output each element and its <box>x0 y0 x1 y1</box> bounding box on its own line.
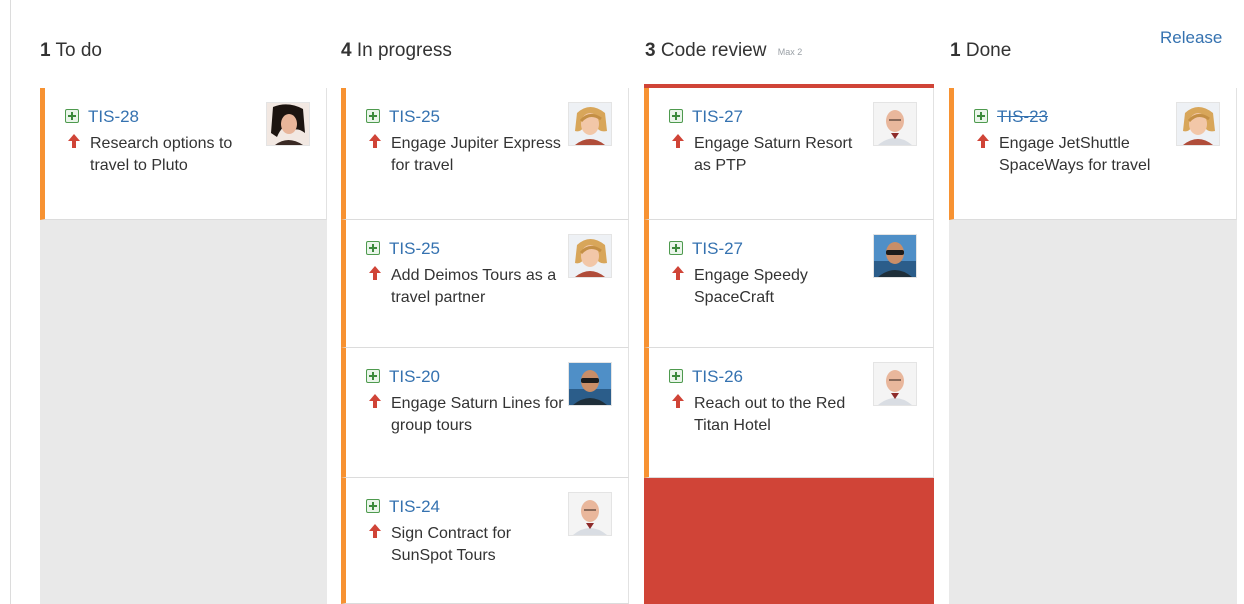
priority-arrow-up-icon <box>367 522 383 540</box>
story-add-icon <box>669 109 683 123</box>
assignee-avatar[interactable] <box>873 102 917 146</box>
column-max-limit: Max 2 <box>777 47 803 57</box>
column-code-review: TIS-27 Engage Saturn Resort as PTP TIS-2… <box>644 88 934 604</box>
column-name: Code review <box>660 40 767 61</box>
story-add-icon <box>366 109 380 123</box>
issue-summary: Reach out to the Red Titan Hotel <box>694 395 846 434</box>
issue-key-link[interactable]: TIS-23 <box>997 107 1048 127</box>
issue-summary: Engage JetShuttle SpaceWays for travel <box>999 135 1151 174</box>
priority-arrow-up-icon <box>670 392 686 410</box>
column-count: 1 <box>950 40 961 61</box>
issue-card[interactable]: TIS-27 Engage Saturn Resort as PTP <box>644 88 934 220</box>
board-left-divider <box>10 0 11 604</box>
issue-card[interactable]: TIS-20 Engage Saturn Lines for group tou… <box>341 348 629 478</box>
issue-card[interactable]: TIS-23 Engage JetShuttle SpaceWays for t… <box>949 88 1237 220</box>
issue-card[interactable]: TIS-24 Sign Contract for SunSpot Tours <box>341 478 629 604</box>
issue-summary: Engage Speedy SpaceCraft <box>694 267 808 306</box>
story-add-icon <box>65 109 79 123</box>
column-todo: TIS-28 Research options to travel to Plu… <box>40 88 327 604</box>
release-link[interactable]: Release <box>1160 28 1222 48</box>
story-add-icon <box>669 369 683 383</box>
assignee-avatar[interactable] <box>568 102 612 146</box>
assignee-avatar[interactable] <box>568 492 612 536</box>
assignee-avatar[interactable] <box>568 362 612 406</box>
issue-key-link[interactable]: TIS-20 <box>389 367 440 387</box>
issue-summary: Research options to travel to Pluto <box>90 135 233 174</box>
story-add-icon <box>366 369 380 383</box>
story-add-icon <box>366 499 380 513</box>
story-add-icon <box>669 241 683 255</box>
assignee-avatar[interactable] <box>873 234 917 278</box>
issue-summary: Engage Saturn Lines for group tours <box>391 395 564 434</box>
issue-summary: Engage Jupiter Express for travel <box>391 135 561 174</box>
issue-key-link[interactable]: TIS-24 <box>389 497 440 517</box>
issue-card[interactable]: TIS-26 Reach out to the Red Titan Hotel <box>644 348 934 478</box>
priority-arrow-up-icon <box>670 132 686 150</box>
issue-key-link[interactable]: TIS-25 <box>389 107 440 127</box>
issue-card[interactable]: TIS-28 Research options to travel to Plu… <box>40 88 327 220</box>
column-header-done: 1 Done <box>950 40 1011 62</box>
column-count: 4 <box>341 40 352 61</box>
story-add-icon <box>366 241 380 255</box>
issue-card[interactable]: TIS-25 Add Deimos Tours as a travel part… <box>341 220 629 348</box>
issue-key-link[interactable]: TIS-27 <box>692 107 743 127</box>
column-count: 1 <box>40 40 51 61</box>
column-done: TIS-23 Engage JetShuttle SpaceWays for t… <box>949 88 1237 604</box>
issue-key-link[interactable]: TIS-28 <box>88 107 139 127</box>
issue-card[interactable]: TIS-27 Engage Speedy SpaceCraft <box>644 220 934 348</box>
issue-summary: Sign Contract for SunSpot Tours <box>391 525 512 564</box>
priority-arrow-up-icon <box>367 132 383 150</box>
issue-card[interactable]: TIS-25 Engage Jupiter Express for travel <box>341 88 629 220</box>
column-name: In progress <box>356 40 452 61</box>
column-header-code-review: 3 Code review Max 2 <box>645 40 802 62</box>
issue-summary: Add Deimos Tours as a travel partner <box>391 267 557 306</box>
priority-arrow-up-icon <box>670 264 686 282</box>
assignee-avatar[interactable] <box>266 102 310 146</box>
issue-key-link[interactable]: TIS-27 <box>692 239 743 259</box>
priority-arrow-up-icon <box>367 264 383 282</box>
column-header-in-progress: 4 In progress <box>341 40 452 62</box>
column-header-todo: 1 To do <box>40 40 102 62</box>
assignee-avatar[interactable] <box>568 234 612 278</box>
assignee-avatar[interactable] <box>873 362 917 406</box>
priority-arrow-up-icon <box>975 132 991 150</box>
column-name: Done <box>965 40 1012 61</box>
column-name: To do <box>55 40 102 61</box>
priority-arrow-up-icon <box>66 132 82 150</box>
issue-key-link[interactable]: TIS-26 <box>692 367 743 387</box>
issue-key-link[interactable]: TIS-25 <box>389 239 440 259</box>
column-count: 3 <box>645 40 656 61</box>
column-in-progress: TIS-25 Engage Jupiter Express for travel… <box>341 88 629 604</box>
assignee-avatar[interactable] <box>1176 102 1220 146</box>
story-add-icon <box>974 109 988 123</box>
issue-summary: Engage Saturn Resort as PTP <box>694 135 853 174</box>
priority-arrow-up-icon <box>367 392 383 410</box>
